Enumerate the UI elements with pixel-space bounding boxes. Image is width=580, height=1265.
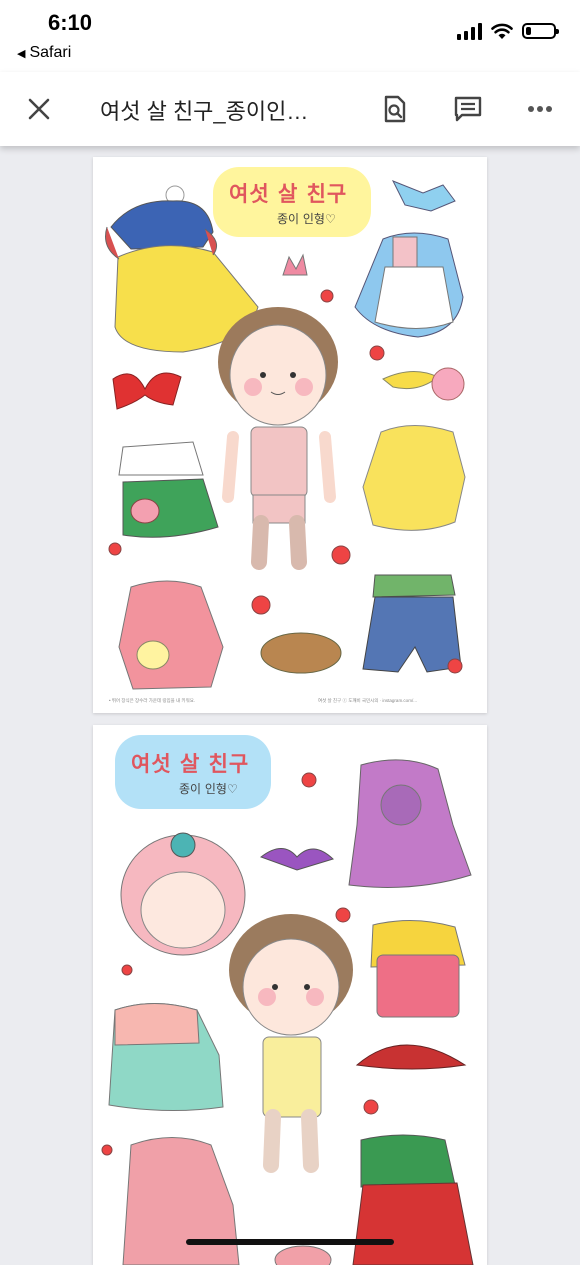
denim-overall-illustration (363, 575, 461, 672)
paper-doll-girl-illustration (218, 307, 338, 562)
paper-doll-illustration-sheet-1 (93, 157, 487, 713)
purple-hanbok-illustration (349, 760, 471, 888)
strawberry-illustration (332, 546, 350, 564)
document-page-1: 여섯 살 친구 종이 인형♡ (93, 157, 487, 713)
home-indicator[interactable] (186, 1239, 394, 1245)
strawberry-illustration (336, 908, 350, 922)
close-button[interactable] (14, 72, 64, 146)
strawberry-illustration (122, 965, 132, 975)
strawberry-illustration (364, 1100, 378, 1114)
paper-doll-illustration-sheet-2 (93, 725, 487, 1265)
wifi-icon (491, 23, 513, 40)
status-bar: 6:10 ◀ Safari (0, 0, 580, 72)
more-options-button[interactable] (515, 72, 565, 146)
page-footnote-right: 여섯 살 친구 ⓒ 도깨비 국민시의 · instagram.com/... (318, 698, 417, 704)
green-overall-skirt-illustration (119, 442, 218, 537)
red-bow-illustration (113, 373, 181, 409)
signal-icon (457, 22, 482, 40)
comments-button[interactable] (443, 72, 493, 146)
blue-ribbon-illustration (393, 181, 455, 211)
document-page-2: 여섯 살 친구 종이 인형♡ (93, 725, 487, 1265)
status-icons (457, 22, 556, 40)
pink-dress-illustration (119, 581, 223, 689)
purple-hair-ornament-illustration (261, 849, 333, 871)
alice-dress-illustration (355, 233, 463, 337)
crown-illustration (283, 255, 307, 275)
red-green-hanbok-illustration (353, 1135, 473, 1265)
comment-icon (454, 96, 482, 122)
strawberry-illustration (370, 346, 384, 360)
reader-toolbar: 여섯 살 친구_종이인… (0, 72, 580, 146)
strawberry-illustration (448, 659, 462, 673)
close-icon (28, 98, 50, 120)
battery-icon (522, 23, 556, 39)
flower-illustration (432, 368, 464, 400)
back-arrow-icon: ◀ (17, 47, 25, 60)
straw-hat-illustration (261, 633, 341, 673)
strawberry-illustration (302, 773, 316, 787)
document-title: 여섯 살 친구_종이인… (100, 94, 350, 126)
status-time: 6:10 (48, 10, 92, 36)
pink-hat-illustration (275, 1246, 331, 1265)
pink-hanbok-illustration (123, 1138, 239, 1265)
strawberry-illustration (252, 596, 270, 614)
back-to-app-link[interactable]: ◀ Safari (17, 44, 71, 62)
hood-bonnet-face-illustration (121, 833, 245, 955)
paper-doll-girl-illustration (229, 914, 353, 1165)
find-in-document-button[interactable] (370, 72, 420, 146)
document-search-icon (383, 95, 407, 123)
red-jokduri-hat-illustration (357, 1045, 465, 1069)
page-footnote-left: • 뛰어 장식은 장수라 가운데 링입을 내 키워요. (109, 698, 195, 704)
yellow-dress-illustration (363, 426, 465, 531)
yellow-jeogori-pink-skirt-illustration (371, 920, 465, 1017)
strawberry-illustration (321, 290, 333, 302)
banana-illustration (383, 371, 438, 388)
strawberry-illustration (109, 543, 121, 555)
more-icon (527, 105, 553, 113)
strawberry-illustration (102, 1145, 112, 1155)
bunny-bag-illustration (137, 641, 169, 669)
back-app-label: Safari (29, 44, 71, 62)
